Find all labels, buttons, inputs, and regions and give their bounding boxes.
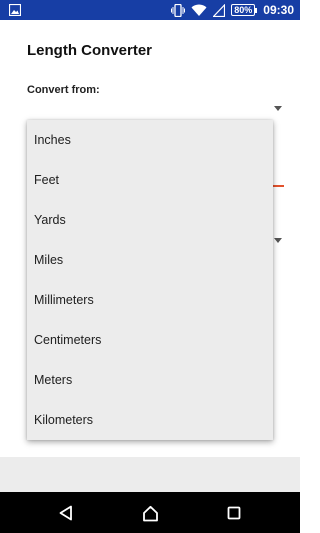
dropdown-option-centimeters[interactable]: Centimeters (27, 320, 273, 360)
bottom-strip (0, 457, 300, 492)
to-spinner-arrow-icon[interactable] (274, 238, 282, 243)
status-bar: 80% 09:30 (0, 0, 300, 20)
clock: 09:30 (263, 3, 294, 17)
recents-icon (227, 506, 241, 520)
back-button[interactable] (57, 504, 75, 522)
signal-icon (213, 3, 226, 17)
dropdown-option-meters[interactable]: Meters (27, 360, 273, 400)
app-content: Length Converter Convert from: Inches Fee… (0, 20, 300, 492)
status-icons: 80% 09:30 (171, 0, 294, 20)
convert-from-label: Convert from: (27, 84, 100, 96)
navigation-bar (0, 492, 300, 533)
unit-dropdown[interactable]: Inches Feet Yards Miles Millimeters Centimete… (27, 120, 273, 440)
dropdown-option-yards[interactable]: Yards (27, 200, 273, 240)
page-title: Length Converter (27, 42, 153, 59)
battery-level: 80% (231, 4, 256, 16)
input-underline[interactable] (272, 185, 284, 187)
recents-button[interactable] (225, 504, 243, 522)
home-button[interactable] (141, 504, 159, 522)
home-icon (142, 505, 158, 521)
dropdown-option-inches[interactable]: Inches (27, 120, 273, 160)
battery-icon: 80% (231, 4, 258, 16)
back-icon (59, 505, 72, 521)
wifi-icon (191, 4, 207, 16)
dropdown-option-feet[interactable]: Feet (27, 160, 273, 200)
from-spinner-arrow-icon[interactable] (274, 106, 282, 111)
image-icon (9, 4, 21, 16)
dropdown-option-miles[interactable]: Miles (27, 240, 273, 280)
vibrate-icon (171, 3, 186, 17)
dropdown-option-millimeters[interactable]: Millimeters (27, 280, 273, 320)
dropdown-option-kilometers[interactable]: Kilometers (27, 400, 273, 440)
